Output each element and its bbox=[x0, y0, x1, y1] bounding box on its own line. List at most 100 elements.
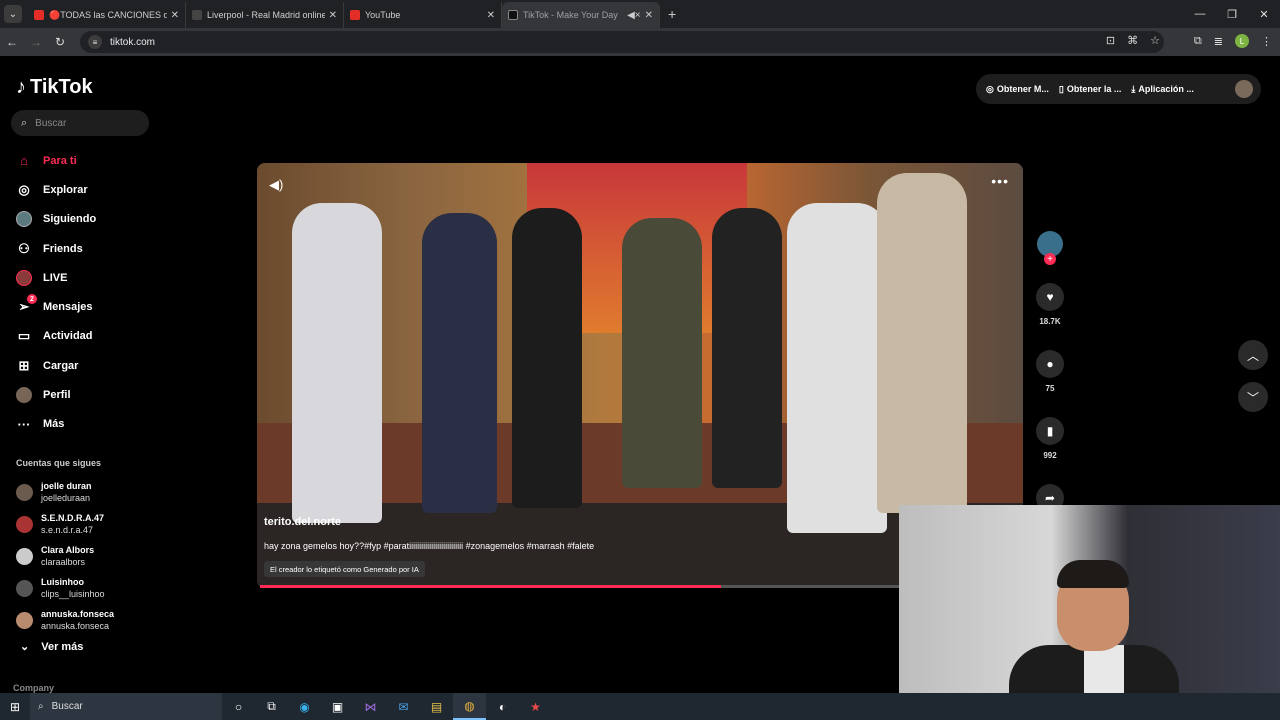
file-explorer-icon[interactable]: ▤ bbox=[420, 693, 453, 720]
like-count: 18.7K bbox=[1039, 317, 1061, 326]
sidebar-item-siguiendo[interactable]: Siguiendo bbox=[16, 205, 156, 234]
toolbar-right: ⧉ ≣ L ⋮ bbox=[1194, 34, 1272, 48]
sidebar-item-label: Más bbox=[43, 418, 65, 431]
sidebar-item-label: Mensajes bbox=[43, 301, 93, 314]
profile-avatar[interactable]: L bbox=[1235, 34, 1249, 48]
sidebar-item-mensajes[interactable]: ➢ 2 Mensajes bbox=[16, 292, 156, 321]
action-label: Aplicación ... bbox=[1138, 84, 1194, 94]
mute-tab-icon[interactable]: ◀× bbox=[627, 10, 641, 21]
get-app-button[interactable]: ▯ Obtener la ... bbox=[1059, 84, 1121, 95]
phone-icon: ▯ bbox=[1058, 83, 1064, 94]
back-icon[interactable]: ← bbox=[0, 35, 24, 49]
cortana-icon[interactable]: ○ bbox=[222, 693, 255, 720]
next-video-button[interactable]: ﹀ bbox=[1238, 382, 1268, 412]
like-button[interactable]: ♥ bbox=[1036, 283, 1064, 311]
friends-icon: ⚇ bbox=[18, 240, 30, 256]
close-tab-icon[interactable]: ✕ bbox=[487, 10, 495, 21]
sidebar-item-perfil[interactable]: Perfil bbox=[16, 380, 156, 409]
see-more-button[interactable]: ⌄ Ver más bbox=[20, 640, 84, 654]
profile-avatar-icon bbox=[16, 387, 32, 404]
get-coins-button[interactable]: ◎ Obtener M... bbox=[986, 84, 1049, 95]
bookmark-star-icon[interactable]: ☆ bbox=[1150, 34, 1160, 47]
sidebar-item-label: Actividad bbox=[43, 330, 93, 343]
save-button[interactable]: ▮ bbox=[1036, 417, 1064, 445]
translate-icon[interactable]: ⌘ bbox=[1127, 34, 1138, 47]
volume-icon[interactable]: ◀) bbox=[269, 177, 283, 193]
new-tab-icon[interactable]: + bbox=[668, 6, 676, 22]
tiktok-logo[interactable]: ♪ TikTok bbox=[16, 76, 93, 99]
sidebar-item-mas[interactable]: ··· Más bbox=[16, 410, 156, 439]
video-username[interactable]: terito.del.norte bbox=[264, 516, 341, 528]
browser-tab[interactable]: YouTube ✕ bbox=[344, 2, 502, 28]
tab-title: 🔴TODAS las CANCIONES del bbox=[49, 9, 167, 20]
tiktok-favicon-icon bbox=[508, 10, 518, 20]
extensions-icon[interactable]: ⧉ bbox=[1194, 35, 1202, 48]
sidebar-item-actividad[interactable]: ▭ Actividad bbox=[16, 322, 156, 351]
following-account[interactable]: annuska.fonseca annuska.fonseca bbox=[16, 604, 114, 636]
following-account[interactable]: joelle duran joelleduraan bbox=[16, 476, 114, 508]
desktop-app-button[interactable]: ⤓ Aplicación ... bbox=[1131, 84, 1194, 95]
task-view-icon[interactable]: ⧉ bbox=[255, 693, 288, 720]
store-icon[interactable]: ▣ bbox=[321, 693, 354, 720]
more-options-icon[interactable]: ••• bbox=[991, 173, 1009, 189]
close-window-icon[interactable]: ✕ bbox=[1248, 0, 1280, 28]
search-input[interactable]: ⌕ Buscar bbox=[11, 110, 149, 136]
video-person bbox=[512, 208, 582, 508]
creator-avatar[interactable]: + bbox=[1037, 231, 1063, 265]
video-progress-fill bbox=[260, 585, 721, 588]
visual-studio-icon[interactable]: ⋈ bbox=[354, 693, 387, 720]
search-icon: ⌕ bbox=[38, 701, 44, 712]
download-icon: ⤓ bbox=[1131, 83, 1136, 94]
close-tab-icon[interactable]: ✕ bbox=[329, 10, 337, 21]
close-tab-icon[interactable]: ✕ bbox=[645, 10, 653, 21]
install-icon[interactable]: ⊡ bbox=[1106, 34, 1115, 47]
sidebar-item-explorar[interactable]: ◎ Explorar bbox=[16, 175, 156, 204]
sidebar-item-label: LIVE bbox=[43, 271, 68, 284]
edge-icon[interactable]: ◉ bbox=[288, 693, 321, 720]
outlook-icon[interactable]: ✉ bbox=[387, 693, 420, 720]
reload-icon[interactable]: ↻ bbox=[48, 35, 72, 49]
browser-tab[interactable]: Liverpool - Real Madrid online ✕ bbox=[186, 2, 344, 28]
bookmark-icon: ▮ bbox=[1046, 424, 1054, 438]
browser-tab[interactable]: 🔴TODAS las CANCIONES del ✕ bbox=[28, 2, 186, 28]
app-star-icon[interactable]: ★ bbox=[519, 693, 552, 720]
chrome-icon[interactable]: ◍ bbox=[453, 693, 486, 720]
windows-start-icon[interactable]: ⊞ bbox=[0, 700, 30, 714]
taskbar-search[interactable]: ⌕ Buscar bbox=[30, 693, 222, 720]
obs-icon[interactable]: ◐ bbox=[486, 693, 519, 720]
following-account[interactable]: Clara Albors claraalbors bbox=[16, 540, 114, 572]
tab-search-icon[interactable]: ⌄ bbox=[4, 5, 22, 23]
previous-video-button[interactable]: ︿ bbox=[1238, 340, 1268, 370]
message-count-badge: 2 bbox=[27, 294, 37, 305]
video-person bbox=[877, 173, 967, 513]
video-person bbox=[622, 218, 702, 488]
following-account[interactable]: Luisinhoo clips__luisinhoo bbox=[16, 572, 114, 604]
sidebar-item-friends[interactable]: ⚇ Friends bbox=[16, 234, 156, 263]
user-avatar[interactable] bbox=[1235, 80, 1253, 98]
menu-kebab-icon[interactable]: ⋮ bbox=[1261, 35, 1272, 48]
url-field[interactable]: ≡ tiktok.com bbox=[80, 31, 1164, 53]
sidebar-item-cargar[interactable]: ⊞ Cargar bbox=[16, 351, 156, 380]
media-icon[interactable]: ≣ bbox=[1214, 35, 1223, 48]
minimize-icon[interactable]: — bbox=[1184, 0, 1216, 28]
restore-icon[interactable]: ❐ bbox=[1216, 0, 1248, 28]
following-list: joelle duran joelleduraan S.E.N.D.R.A.47 s… bbox=[16, 476, 114, 636]
account-handle: annuska.fonseca bbox=[41, 621, 110, 631]
sidebar-nav: ⌂ Para ti ◎ Explorar Siguiendo ⚇ Friends… bbox=[16, 146, 156, 439]
sidebar-item-para-ti[interactable]: ⌂ Para ti bbox=[16, 146, 156, 175]
browser-tab-active[interactable]: TikTok - Make Your Day ◀× ✕ bbox=[502, 2, 660, 28]
site-info-icon[interactable]: ≡ bbox=[88, 35, 102, 49]
see-more-label: Ver más bbox=[41, 640, 84, 653]
sidebar-item-live[interactable]: LIVE bbox=[16, 263, 156, 292]
comment-button[interactable]: ● bbox=[1036, 350, 1064, 378]
close-tab-icon[interactable]: ✕ bbox=[171, 10, 179, 21]
following-account[interactable]: S.E.N.D.R.A.47 s.e.n.d.r.a.47 bbox=[16, 508, 114, 540]
sidebar-item-label: Cargar bbox=[43, 359, 79, 372]
follow-plus-icon[interactable]: + bbox=[1044, 253, 1056, 265]
tab-title: YouTube bbox=[365, 10, 401, 20]
webcam-overlay bbox=[899, 505, 1280, 720]
send-icon: ➢ 2 bbox=[16, 294, 37, 315]
video-progress-bar[interactable] bbox=[260, 585, 900, 588]
forward-icon[interactable]: → bbox=[24, 35, 48, 49]
company-link[interactable]: Company bbox=[13, 683, 54, 693]
